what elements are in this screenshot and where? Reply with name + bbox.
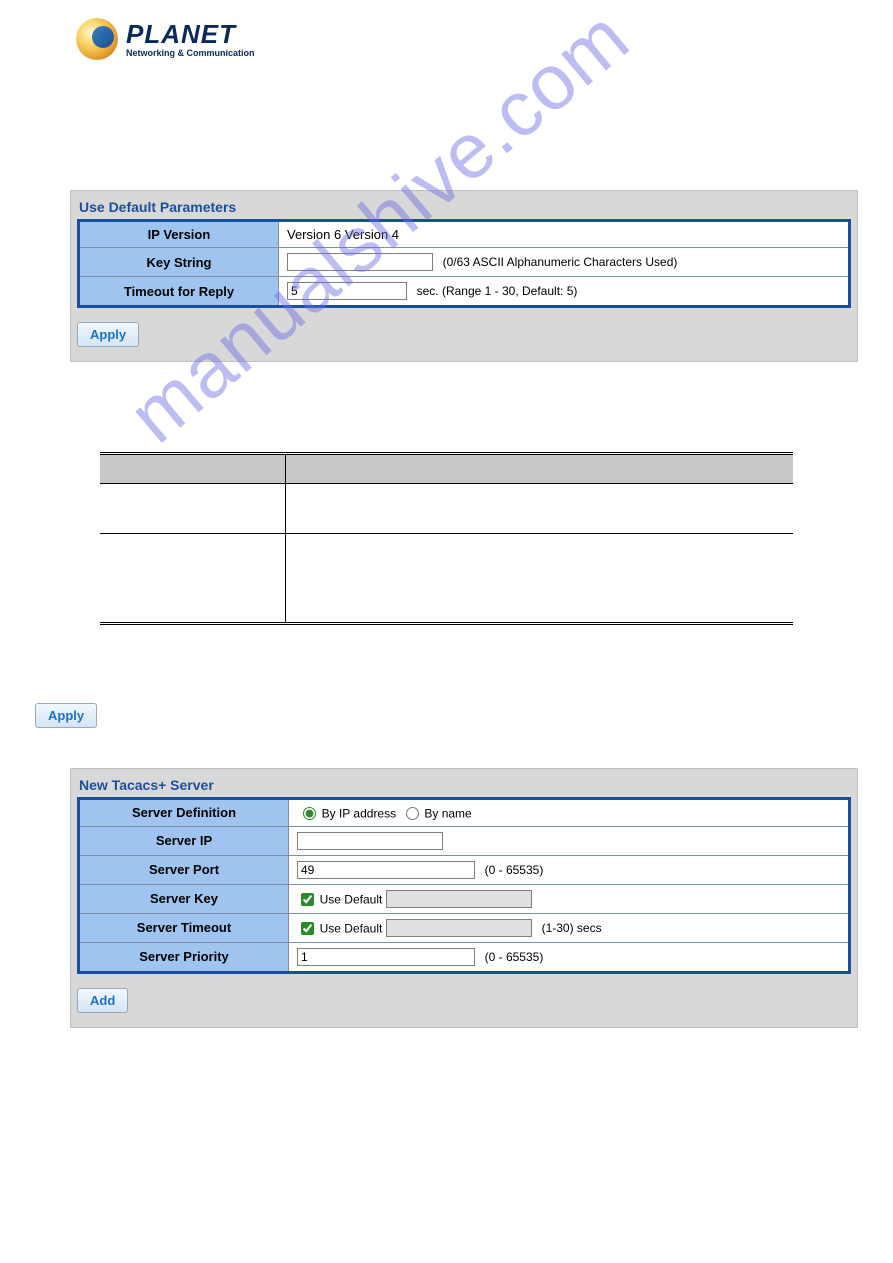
server-port-label: Server Port bbox=[79, 855, 289, 884]
server-ip-label: Server IP bbox=[79, 826, 289, 855]
description-table bbox=[100, 452, 793, 625]
desc-cell bbox=[100, 534, 285, 624]
table-row: Timeout for Reply sec. (Range 1 - 30, De… bbox=[79, 277, 850, 307]
panel-title: New Tacacs+ Server bbox=[77, 775, 851, 797]
key-string-label: Key String bbox=[79, 248, 279, 277]
globe-icon bbox=[76, 18, 118, 60]
timeout-input[interactable] bbox=[287, 282, 407, 300]
desc-cell bbox=[285, 484, 793, 534]
server-timeout-hint: (1-30) secs bbox=[542, 921, 602, 935]
add-button[interactable]: Add bbox=[77, 988, 128, 1013]
server-ip-input[interactable] bbox=[297, 832, 443, 850]
table-row: Server Timeout Use Default (1-30) secs bbox=[79, 913, 850, 942]
table-row: Server Port (0 - 65535) bbox=[79, 855, 850, 884]
brand-logo: PLANET Networking & Communication bbox=[0, 0, 893, 60]
desc-header-right bbox=[285, 454, 793, 484]
timeout-label: Timeout for Reply bbox=[79, 277, 279, 307]
server-priority-input[interactable] bbox=[297, 948, 475, 966]
server-key-input[interactable] bbox=[386, 890, 532, 908]
by-ip-radio[interactable] bbox=[303, 807, 316, 820]
description-table-wrap bbox=[100, 452, 793, 625]
timeout-hint: sec. (Range 1 - 30, Default: 5) bbox=[417, 284, 578, 298]
desc-cell bbox=[285, 534, 793, 624]
server-port-input[interactable] bbox=[297, 861, 475, 879]
table-row: IP Version Version 6 Version 4 bbox=[79, 221, 850, 248]
new-tacacs-server-panel: New Tacacs+ Server Server Definition By … bbox=[70, 768, 858, 1028]
desc-cell bbox=[100, 484, 285, 534]
by-name-radio[interactable] bbox=[406, 807, 419, 820]
server-timeout-use-default-label: Use Default bbox=[320, 921, 383, 935]
brand-tagline: Networking & Communication bbox=[126, 49, 255, 58]
server-key-use-default-label: Use Default bbox=[320, 892, 383, 906]
ip-version-label: IP Version bbox=[79, 221, 279, 248]
server-key-label: Server Key bbox=[79, 884, 289, 913]
table-row: Server IP bbox=[79, 826, 850, 855]
server-timeout-label: Server Timeout bbox=[79, 913, 289, 942]
tacacs-table: Server Definition By IP address By name … bbox=[77, 797, 851, 974]
apply-button[interactable]: Apply bbox=[77, 322, 139, 347]
panel-title: Use Default Parameters bbox=[77, 197, 851, 219]
server-port-hint: (0 - 65535) bbox=[485, 863, 544, 877]
table-row: Server Key Use Default bbox=[79, 884, 850, 913]
desc-header-left bbox=[100, 454, 285, 484]
brand-name: PLANET bbox=[126, 21, 255, 47]
by-name-label: By name bbox=[424, 807, 471, 821]
ip-version-value: Version 6 Version 4 bbox=[279, 221, 850, 248]
server-priority-label: Server Priority bbox=[79, 942, 289, 972]
server-priority-hint: (0 - 65535) bbox=[485, 950, 544, 964]
server-definition-label: Server Definition bbox=[79, 799, 289, 827]
server-timeout-input[interactable] bbox=[386, 919, 532, 937]
table-row: Server Definition By IP address By name bbox=[79, 799, 850, 827]
server-key-use-default-checkbox[interactable] bbox=[301, 893, 314, 906]
key-string-input[interactable] bbox=[287, 253, 433, 271]
key-string-hint: (0/63 ASCII Alphanumeric Characters Used… bbox=[443, 255, 678, 269]
default-params-table: IP Version Version 6 Version 4 Key Strin… bbox=[77, 219, 851, 308]
apply-button[interactable]: Apply bbox=[35, 703, 97, 728]
table-row: Server Priority (0 - 65535) bbox=[79, 942, 850, 972]
use-default-parameters-panel: Use Default Parameters IP Version Versio… bbox=[70, 190, 858, 362]
server-timeout-use-default-checkbox[interactable] bbox=[301, 922, 314, 935]
table-row: Key String (0/63 ASCII Alphanumeric Char… bbox=[79, 248, 850, 277]
by-ip-label: By IP address bbox=[322, 807, 396, 821]
